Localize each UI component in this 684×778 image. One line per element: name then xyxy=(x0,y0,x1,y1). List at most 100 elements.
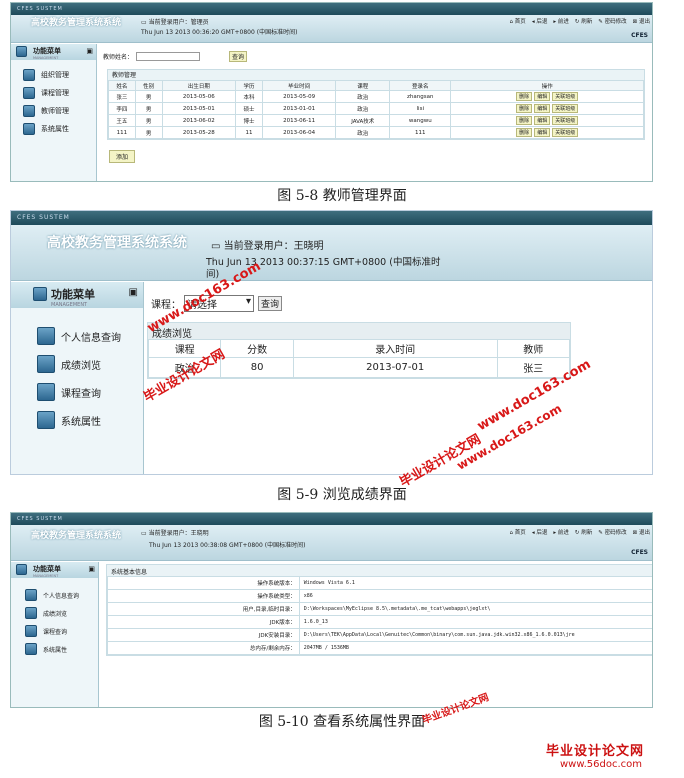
table-row: 王五男 2013-06-02 博士 2013-06-11 JAVA技术 wangwu 删除编… xyxy=(108,114,644,127)
footer-logo: 毕业设计论文网 www.56doc.com xyxy=(546,740,676,770)
sidebar-item-system[interactable]: 系统属性 xyxy=(25,640,98,658)
table-cell: 2013-05-01 xyxy=(161,102,237,115)
table-cell: 2013-05-09 xyxy=(261,90,337,103)
date-text: Thu Jun 13 2013 00:38:08 GMT+0800 (中国标准时… xyxy=(149,542,306,549)
menu-title: 功能菜单 xyxy=(33,47,61,55)
current-user-label: 当前登录用户：王晓明 xyxy=(223,241,324,252)
edit-button[interactable]: 编辑 xyxy=(534,116,551,125)
actions-cell: 删除 编辑 关联班级 xyxy=(450,90,644,103)
table-cell: 2013-01-01 xyxy=(261,102,337,115)
table-cell: 政治 xyxy=(335,102,391,115)
top-bar: CFES SUSTEM xyxy=(11,211,652,225)
screenshot-teacher-management: CFES SUSTEM 高校教务管理系统系统 ▭ 当前登录用户：管理员 Thu … xyxy=(10,2,653,182)
link-class-button[interactable]: 关联班级 xyxy=(552,104,579,113)
link-class-button[interactable]: 关联班级 xyxy=(552,92,579,101)
column-header: 录入时间 xyxy=(292,339,498,358)
edit-button[interactable]: 编辑 xyxy=(534,104,551,113)
column-header: 性别 xyxy=(134,80,163,91)
table-cell: lisi xyxy=(389,102,452,115)
property-row: 用户,目录,临时目录： D:\Workspaces\MyEclipse 8.5\.… xyxy=(107,602,652,616)
table-cell: zhangsan xyxy=(389,90,452,103)
property-label: 总内存/剩余内存： xyxy=(107,641,300,655)
system-icon xyxy=(37,411,55,429)
table-cell: 2013-05-28 xyxy=(161,126,237,139)
sidebar-item-course-query[interactable]: 课程查询 xyxy=(25,622,98,640)
collapse-icon[interactable]: ▣ xyxy=(129,287,138,298)
sidebar: 功能菜单 MANAGEMENT ▣ 个人信息查询 成绩浏览 课程查询 系统属性 xyxy=(11,562,99,707)
nav-home[interactable]: ⌂ 首页 xyxy=(510,17,526,25)
table-cell: 2013-06-11 xyxy=(261,114,337,127)
add-button[interactable]: 添加 xyxy=(109,150,136,163)
delete-button[interactable]: 删除 xyxy=(516,104,533,113)
caption-fig-5-10: 图 5-10 查看系统属性界面 xyxy=(258,714,426,730)
nav-back[interactable]: ◂ 后退 xyxy=(532,528,548,536)
sidebar-item-course-query[interactable]: 课程查询 xyxy=(37,378,143,406)
delete-button[interactable]: 删除 xyxy=(516,116,533,125)
chevron-down-icon: ▾ xyxy=(245,296,251,307)
sidebar-item-org[interactable]: 组织管理 xyxy=(23,66,96,84)
column-header: 课程 xyxy=(335,80,391,91)
menu-title: 功能菜单 xyxy=(33,565,61,573)
table-cell: 2013-07-01 xyxy=(292,357,498,378)
table-cell: 硕士 xyxy=(235,102,263,115)
header: 高校教务管理系统系统 ▭ 当前登录用户：王晓明 Thu Jun 13 2013 … xyxy=(11,225,652,281)
actions-cell: 删除 编辑 关联班级 xyxy=(450,114,644,127)
table-cell: 王五 xyxy=(108,114,136,127)
menu-icon xyxy=(16,564,27,575)
section-title: 教师管理 xyxy=(108,70,644,80)
nav-bar: ⌂ 首页 ◂ 后退 ▸ 前进 ↻ 刷新 ✎ 密码修改 ⊠ 退出 xyxy=(510,17,650,25)
nav-password[interactable]: ✎ 密码修改 xyxy=(598,17,626,25)
table-cell: 男 xyxy=(134,102,163,115)
sidebar-item-course[interactable]: 课程管理 xyxy=(23,84,96,102)
nav-password[interactable]: ✎ 密码修改 xyxy=(598,528,626,536)
nav-refresh[interactable]: ↻ 刷新 xyxy=(575,528,592,536)
person-icon xyxy=(25,589,37,601)
sidebar-item-personal-info[interactable]: 个人信息查询 xyxy=(37,322,143,350)
menu-subtitle: MANAGEMENT xyxy=(33,574,59,578)
nav-home[interactable]: ⌂ 首页 xyxy=(510,528,526,536)
table-cell: 男 xyxy=(134,114,163,127)
nav-forward[interactable]: ▸ 前进 xyxy=(553,528,569,536)
link-class-button[interactable]: 关联班级 xyxy=(552,128,579,137)
column-header: 毕业时间 xyxy=(261,80,337,91)
edit-button[interactable]: 编辑 xyxy=(534,92,551,101)
menu-icon xyxy=(33,287,47,301)
nav-refresh[interactable]: ↻ 刷新 xyxy=(575,17,592,25)
sidebar-item-personal-info[interactable]: 个人信息查询 xyxy=(25,586,98,604)
system-icon xyxy=(23,123,35,135)
property-row: JDK版本： 1.6.0_13 xyxy=(107,615,652,629)
property-row: 总内存/剩余内存： 2047MB / 1536MB xyxy=(107,641,652,655)
collapse-icon[interactable]: ▣ xyxy=(86,47,93,55)
menu-header: 功能菜单 MANAGEMENT ▣ xyxy=(11,562,98,578)
nav-exit[interactable]: ⊠ 退出 xyxy=(633,528,650,536)
org-icon xyxy=(23,69,35,81)
search-button[interactable]: 查询 xyxy=(229,51,248,62)
edit-button[interactable]: 编辑 xyxy=(534,128,551,137)
collapse-icon[interactable]: ▣ xyxy=(88,565,95,573)
table-cell: 男 xyxy=(134,90,163,103)
system-name: 高校教务管理系统系统 xyxy=(31,531,122,541)
property-row: 操作系统类型： x86 xyxy=(107,589,652,603)
brand-label: CFES xyxy=(631,32,648,39)
link-class-button[interactable]: 关联班级 xyxy=(552,116,579,125)
teacher-name-input[interactable] xyxy=(136,52,201,61)
nav-exit[interactable]: ⊠ 退出 xyxy=(633,17,650,25)
table-cell: 111 xyxy=(389,126,452,139)
nav-forward[interactable]: ▸ 前进 xyxy=(553,17,569,25)
sidebar-item-grades[interactable]: 成绩浏览 xyxy=(37,350,143,378)
date-text: Thu Jun 13 2013 00:36:20 GMT+0800 (中国标准时… xyxy=(141,29,298,36)
teacher-panel: 教师管理 姓名 性别 出生日期 学历 毕业时间 课程 登录名 操作 张三男 2013-05-06… xyxy=(107,69,645,140)
section-title: 系统基本信息 xyxy=(107,565,652,576)
sidebar-item-system[interactable]: 系统属性 xyxy=(37,406,143,434)
property-label: JDK版本： xyxy=(107,615,300,629)
nav-back[interactable]: ◂ 后退 xyxy=(532,17,548,25)
sidebar-item-teacher[interactable]: 教师管理 xyxy=(23,102,96,120)
query-button[interactable]: 查询 xyxy=(258,296,283,311)
delete-button[interactable]: 删除 xyxy=(516,92,533,101)
sidebar-item-system[interactable]: 系统属性 xyxy=(23,120,96,138)
column-header: 分数 xyxy=(220,339,294,358)
sidebar-item-grades[interactable]: 成绩浏览 xyxy=(25,604,98,622)
section-title: 成绩浏览 xyxy=(148,323,570,340)
delete-button[interactable]: 删除 xyxy=(516,128,533,137)
column-header: 学历 xyxy=(235,80,263,91)
